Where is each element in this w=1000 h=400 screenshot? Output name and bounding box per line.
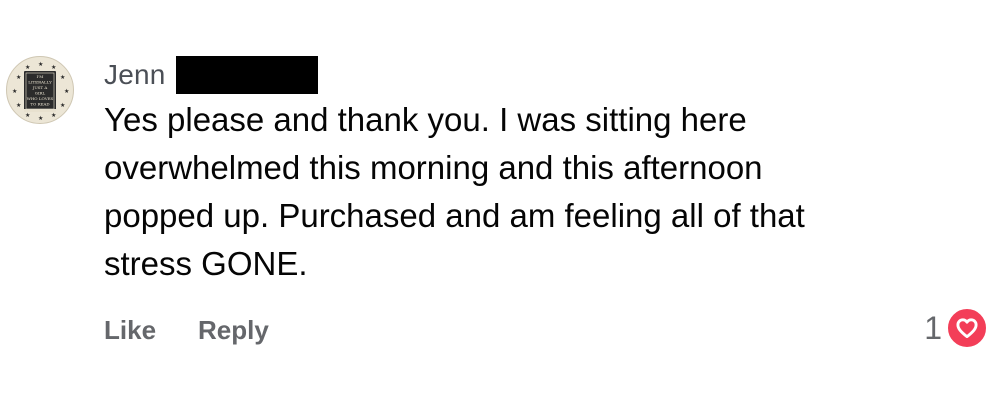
- reply-button[interactable]: Reply: [198, 315, 269, 346]
- avatar-text-line: GIRL: [35, 91, 46, 96]
- comment-text-line: Yes please and thank you. I was sitting …: [104, 101, 747, 138]
- avatar-text-line: TO READ: [30, 102, 49, 107]
- avatar-text-line: LITERALLY: [28, 80, 52, 85]
- comment-text-line: popped up. Purchased and am feeling all …: [104, 197, 805, 234]
- svg-text:★: ★: [25, 112, 30, 119]
- svg-text:★: ★: [60, 102, 65, 109]
- comment-actions: Like Reply: [104, 310, 269, 350]
- reactions[interactable]: 1: [924, 306, 988, 350]
- redaction-block: [175, 56, 318, 94]
- svg-text:★: ★: [38, 61, 43, 68]
- svg-text:★: ★: [16, 74, 21, 81]
- svg-text:★: ★: [51, 64, 56, 71]
- svg-text:★: ★: [25, 64, 30, 71]
- avatar[interactable]: ★ ★ ★ ★ ★ ★ ★ ★ ★ ★ ★ ★ I'M LITERALLY JU…: [6, 56, 74, 124]
- svg-text:★: ★: [60, 74, 65, 81]
- svg-text:★: ★: [12, 88, 17, 95]
- comment-text-line: stress GONE.: [104, 245, 308, 282]
- svg-text:★: ★: [38, 115, 43, 122]
- book-badge-icon: ★ ★ ★ ★ ★ ★ ★ ★ ★ ★ ★ ★ I'M LITERALLY JU…: [12, 61, 69, 122]
- reaction-count: 1: [924, 309, 942, 346]
- svg-text:★: ★: [51, 112, 56, 119]
- svg-text:★: ★: [16, 102, 21, 109]
- comment-text-line: overwhelmed this morning and this aftern…: [104, 149, 763, 186]
- like-button[interactable]: Like: [104, 315, 156, 346]
- author-name[interactable]: Jenn: [104, 59, 166, 91]
- avatar-text-line: WHO LOVES: [27, 96, 54, 101]
- comment-text: Yes please and thank you. I was sitting …: [104, 96, 964, 288]
- comment: ★ ★ ★ ★ ★ ★ ★ ★ ★ ★ ★ ★ I'M LITERALLY JU…: [0, 0, 1000, 400]
- svg-text:★: ★: [64, 88, 69, 95]
- avatar-text-line: I'M: [37, 74, 44, 79]
- love-reaction-icon: [946, 307, 988, 349]
- author-row: Jenn: [104, 56, 318, 94]
- avatar-text-line: JUST A: [32, 85, 48, 90]
